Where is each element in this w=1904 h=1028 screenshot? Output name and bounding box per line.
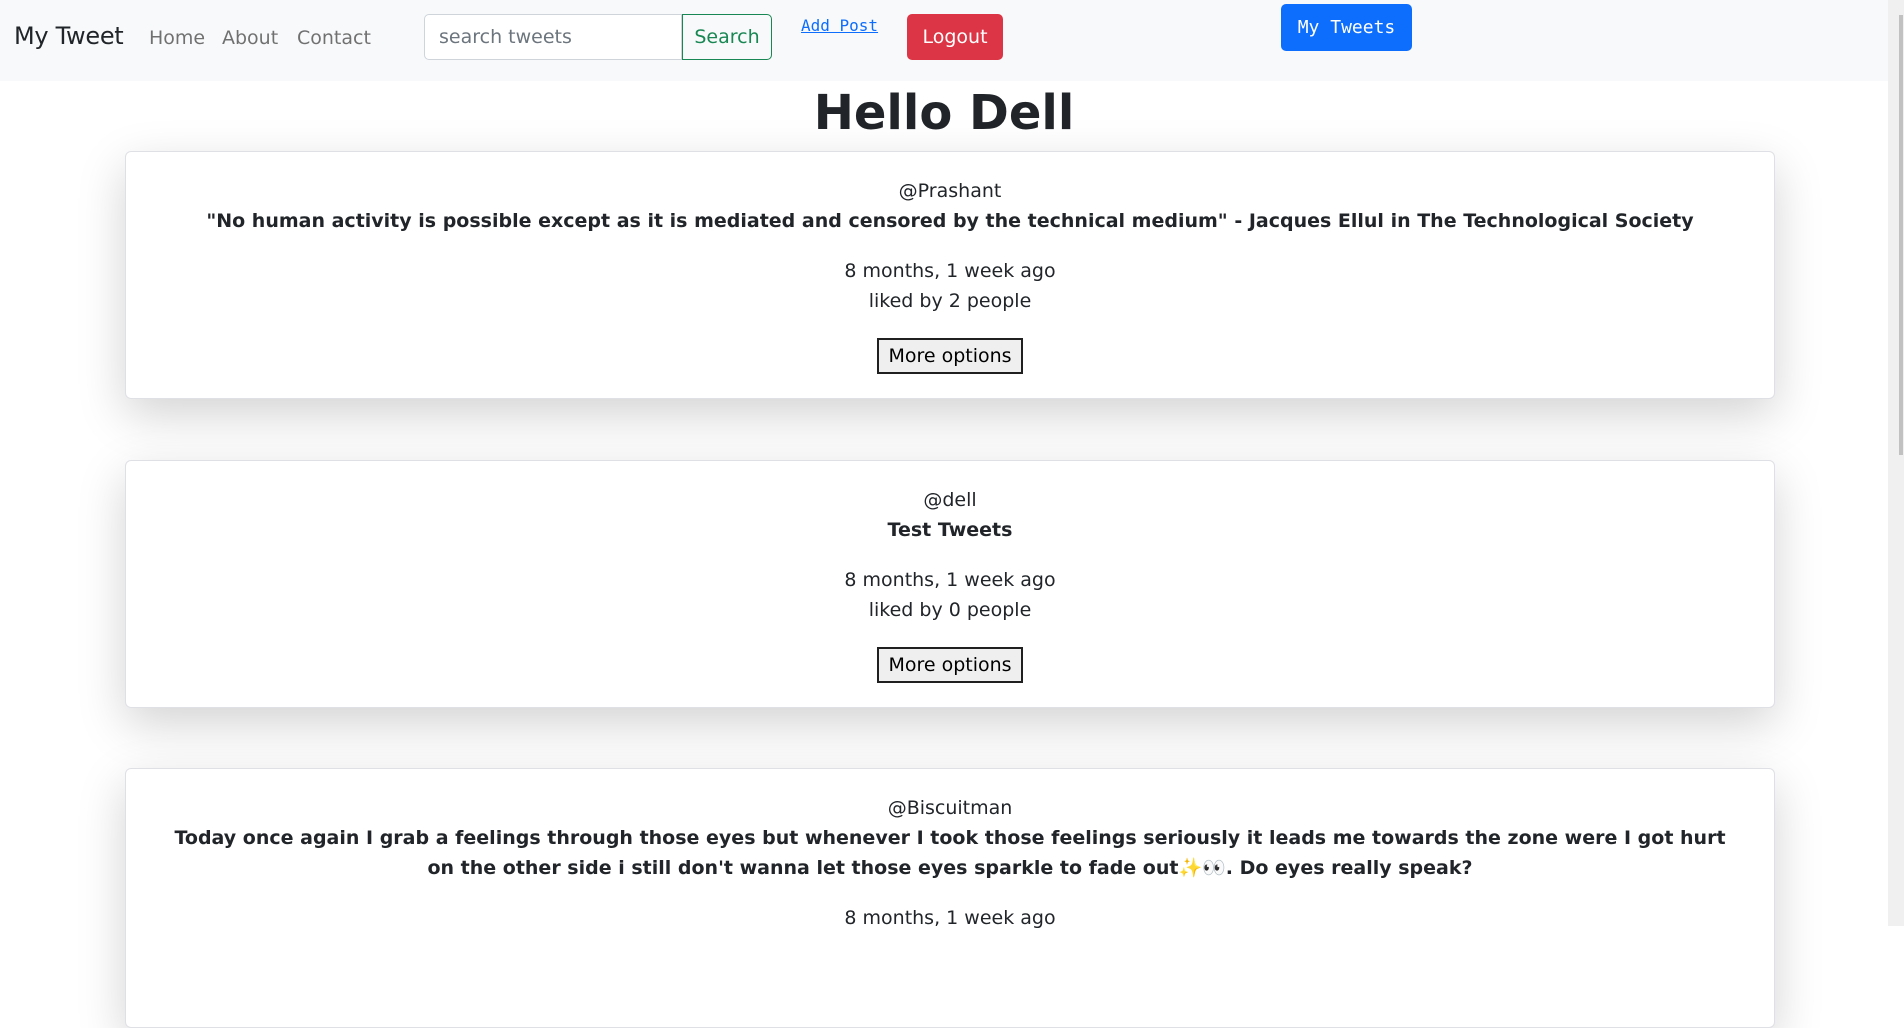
tweet-author: @Biscuitman <box>887 797 1013 819</box>
tweet-time: 8 months, 1 week ago <box>844 569 1056 591</box>
tweet-author: @Prashant <box>898 180 1002 202</box>
my-tweets-button[interactable]: My Tweets <box>1281 4 1412 51</box>
tweet-text: "No human activity is possible except as… <box>206 210 1694 232</box>
brand-link[interactable]: My Tweet <box>14 22 124 50</box>
search-button[interactable]: Search <box>682 14 772 60</box>
nav-link-home[interactable]: Home <box>149 27 205 49</box>
tweet-likes: liked by 0 people <box>868 599 1032 621</box>
tweet-time: 8 months, 1 week ago <box>844 260 1056 282</box>
tweet-author: @dell <box>923 489 977 511</box>
navbar: My Tweet Home About Contact Search Add P… <box>0 0 1888 81</box>
search-input[interactable] <box>424 14 682 60</box>
tweet-card: @Biscuitman Today once again I grab a fe… <box>125 768 1775 1028</box>
scrollbar-thumb[interactable] <box>1899 15 1903 455</box>
add-post-link[interactable]: Add Post <box>801 16 878 35</box>
tweet-text: Test Tweets <box>887 519 1013 541</box>
scrollbar[interactable] <box>1888 0 1904 926</box>
tweet-card: @dell Test Tweets 8 months, 1 week ago l… <box>125 460 1775 708</box>
more-options-button[interactable]: More options <box>877 647 1023 683</box>
more-options-button[interactable]: More options <box>877 338 1023 374</box>
logout-button[interactable]: Logout <box>907 14 1003 60</box>
tweet-time: 8 months, 1 week ago <box>844 907 1056 929</box>
nav-link-contact[interactable]: Contact <box>297 27 371 49</box>
page-title: Hello Dell <box>813 85 1075 141</box>
tweet-likes: liked by 2 people <box>868 290 1032 312</box>
tweet-text: Today once again I grab a feelings throu… <box>174 827 1726 879</box>
nav-link-about[interactable]: About <box>222 27 278 49</box>
tweet-card: @Prashant "No human activity is possible… <box>125 151 1775 399</box>
